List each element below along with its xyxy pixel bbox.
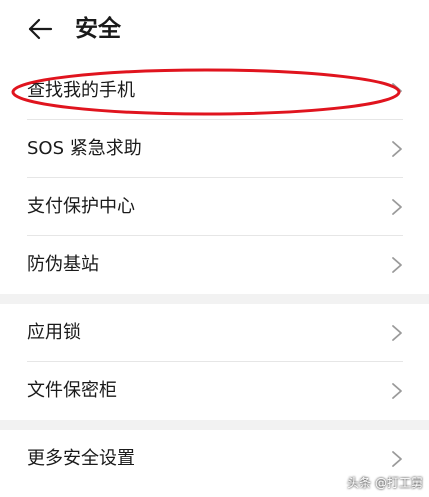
chevron-right-icon — [392, 451, 402, 467]
back-button[interactable] — [26, 15, 54, 43]
security-settings-page: 安全 查找我的手机 SOS 紧急求助 支付保护中心 防伪基站 应用锁 文件保密柜… — [0, 0, 429, 497]
list-item-fake-base-station[interactable]: 防伪基站 — [0, 236, 429, 294]
chevron-right-icon — [392, 257, 402, 273]
list-item-label: SOS 紧急求助 — [27, 138, 142, 159]
list-item-label: 防伪基站 — [27, 254, 99, 275]
chevron-right-icon — [392, 83, 402, 99]
chevron-right-icon — [392, 325, 402, 341]
chevron-right-icon — [392, 141, 402, 157]
list-item-app-lock[interactable]: 应用锁 — [0, 304, 429, 362]
chevron-right-icon — [392, 383, 402, 399]
header: 安全 — [0, 0, 429, 60]
page-title: 安全 — [75, 16, 121, 42]
list-item-label: 文件保密柜 — [27, 380, 117, 401]
list-item-find-my-phone[interactable]: 查找我的手机 — [0, 62, 429, 120]
list-item-label: 支付保护中心 — [27, 196, 135, 217]
list-item-label: 更多安全设置 — [27, 448, 135, 469]
list-item-file-safe[interactable]: 文件保密柜 — [0, 362, 429, 420]
settings-group-2: 应用锁 文件保密柜 — [0, 304, 429, 420]
arrow-left-icon — [28, 18, 53, 40]
settings-group-1: 查找我的手机 SOS 紧急求助 支付保护中心 防伪基站 — [0, 62, 429, 294]
watermark: 头条 @打工舅 — [347, 476, 423, 490]
list-item-sos[interactable]: SOS 紧急求助 — [0, 120, 429, 178]
section-separator — [0, 420, 429, 430]
section-separator — [0, 294, 429, 304]
list-item-label: 应用锁 — [27, 322, 81, 343]
list-item-payment-protection[interactable]: 支付保护中心 — [0, 178, 429, 236]
list-item-label: 查找我的手机 — [27, 80, 135, 101]
chevron-right-icon — [392, 199, 402, 215]
